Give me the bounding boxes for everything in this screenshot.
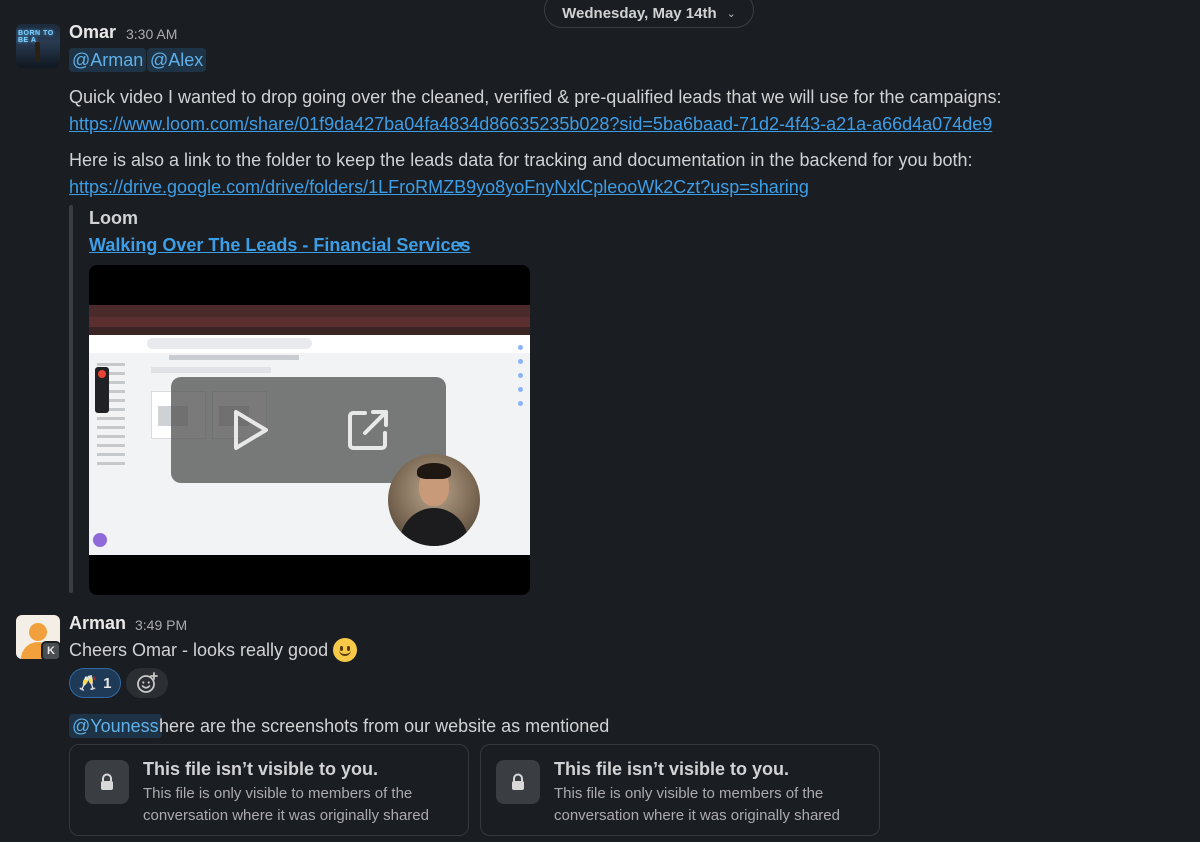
external-link-icon[interactable] <box>343 405 393 455</box>
file-card[interactable]: This file isn’t visible to you. This fil… <box>480 744 880 836</box>
unfurl-title-link[interactable]: Walking Over The Leads - Financial Servi… <box>89 235 470 256</box>
file-card[interactable]: This file isn’t visible to you. This fil… <box>69 744 469 836</box>
lock-icon-box <box>496 760 540 804</box>
chevron-down-icon: ⌄ <box>726 7 736 20</box>
add-reaction-button[interactable] <box>126 668 168 698</box>
file-card-title: This file isn’t visible to you. <box>554 759 790 779</box>
date-divider[interactable]: Wednesday, May 14th ⌄ <box>544 0 754 28</box>
avatar-badge: K <box>41 641 61 661</box>
avatar-omar[interactable]: BORN TO BE A <box>16 24 60 68</box>
drive-link[interactable]: https://drive.google.com/drive/folders/1… <box>69 177 809 198</box>
clinking-glasses-icon: 🥂 <box>78 675 98 692</box>
reaction-clinking-glasses[interactable]: 🥂 1 <box>69 668 121 698</box>
reaction-count: 1 <box>103 674 112 692</box>
avatar-figure <box>35 42 40 62</box>
message-text: here are the screenshots from our websit… <box>159 716 610 736</box>
play-icon[interactable] <box>226 407 272 453</box>
sender-name-arman[interactable]: Arman <box>69 613 126 634</box>
message-text: Cheers Omar - looks really good <box>69 640 329 660</box>
add-emoji-icon <box>137 672 158 693</box>
mention-alex[interactable]: @Alex <box>147 48 207 72</box>
sender-name-omar[interactable]: Omar <box>69 22 116 43</box>
mention-youness[interactable]: @Youness <box>69 714 162 738</box>
video-preview[interactable] <box>89 265 530 595</box>
loom-link[interactable]: https://www.loom.com/share/01f9da427ba04… <box>69 114 992 135</box>
lock-icon <box>101 773 113 790</box>
lock-icon <box>512 773 524 790</box>
message-text: Quick video I wanted to drop going over … <box>69 87 1002 107</box>
webcam-bubble <box>388 454 480 546</box>
message-text: Here is also a link to the folder to kee… <box>69 150 973 170</box>
unfurl-bar <box>69 205 73 593</box>
mention-arman[interactable]: @Arman <box>69 48 147 72</box>
timestamp-omar[interactable]: 3:30 AM <box>126 26 177 42</box>
unfurl-source: Loom <box>89 208 138 228</box>
date-label: Wednesday, May 14th <box>562 4 717 22</box>
lock-icon-box <box>85 760 129 804</box>
file-card-subtitle: This file is only visible to members of … <box>554 785 840 824</box>
file-card-title: This file isn’t visible to you. <box>143 759 379 779</box>
caret-down-icon[interactable]: ▼ <box>455 238 467 252</box>
file-card-subtitle: This file is only visible to members of … <box>143 785 429 824</box>
smile-emoji-icon <box>333 638 357 662</box>
timestamp-arman[interactable]: 3:49 PM <box>135 617 187 633</box>
